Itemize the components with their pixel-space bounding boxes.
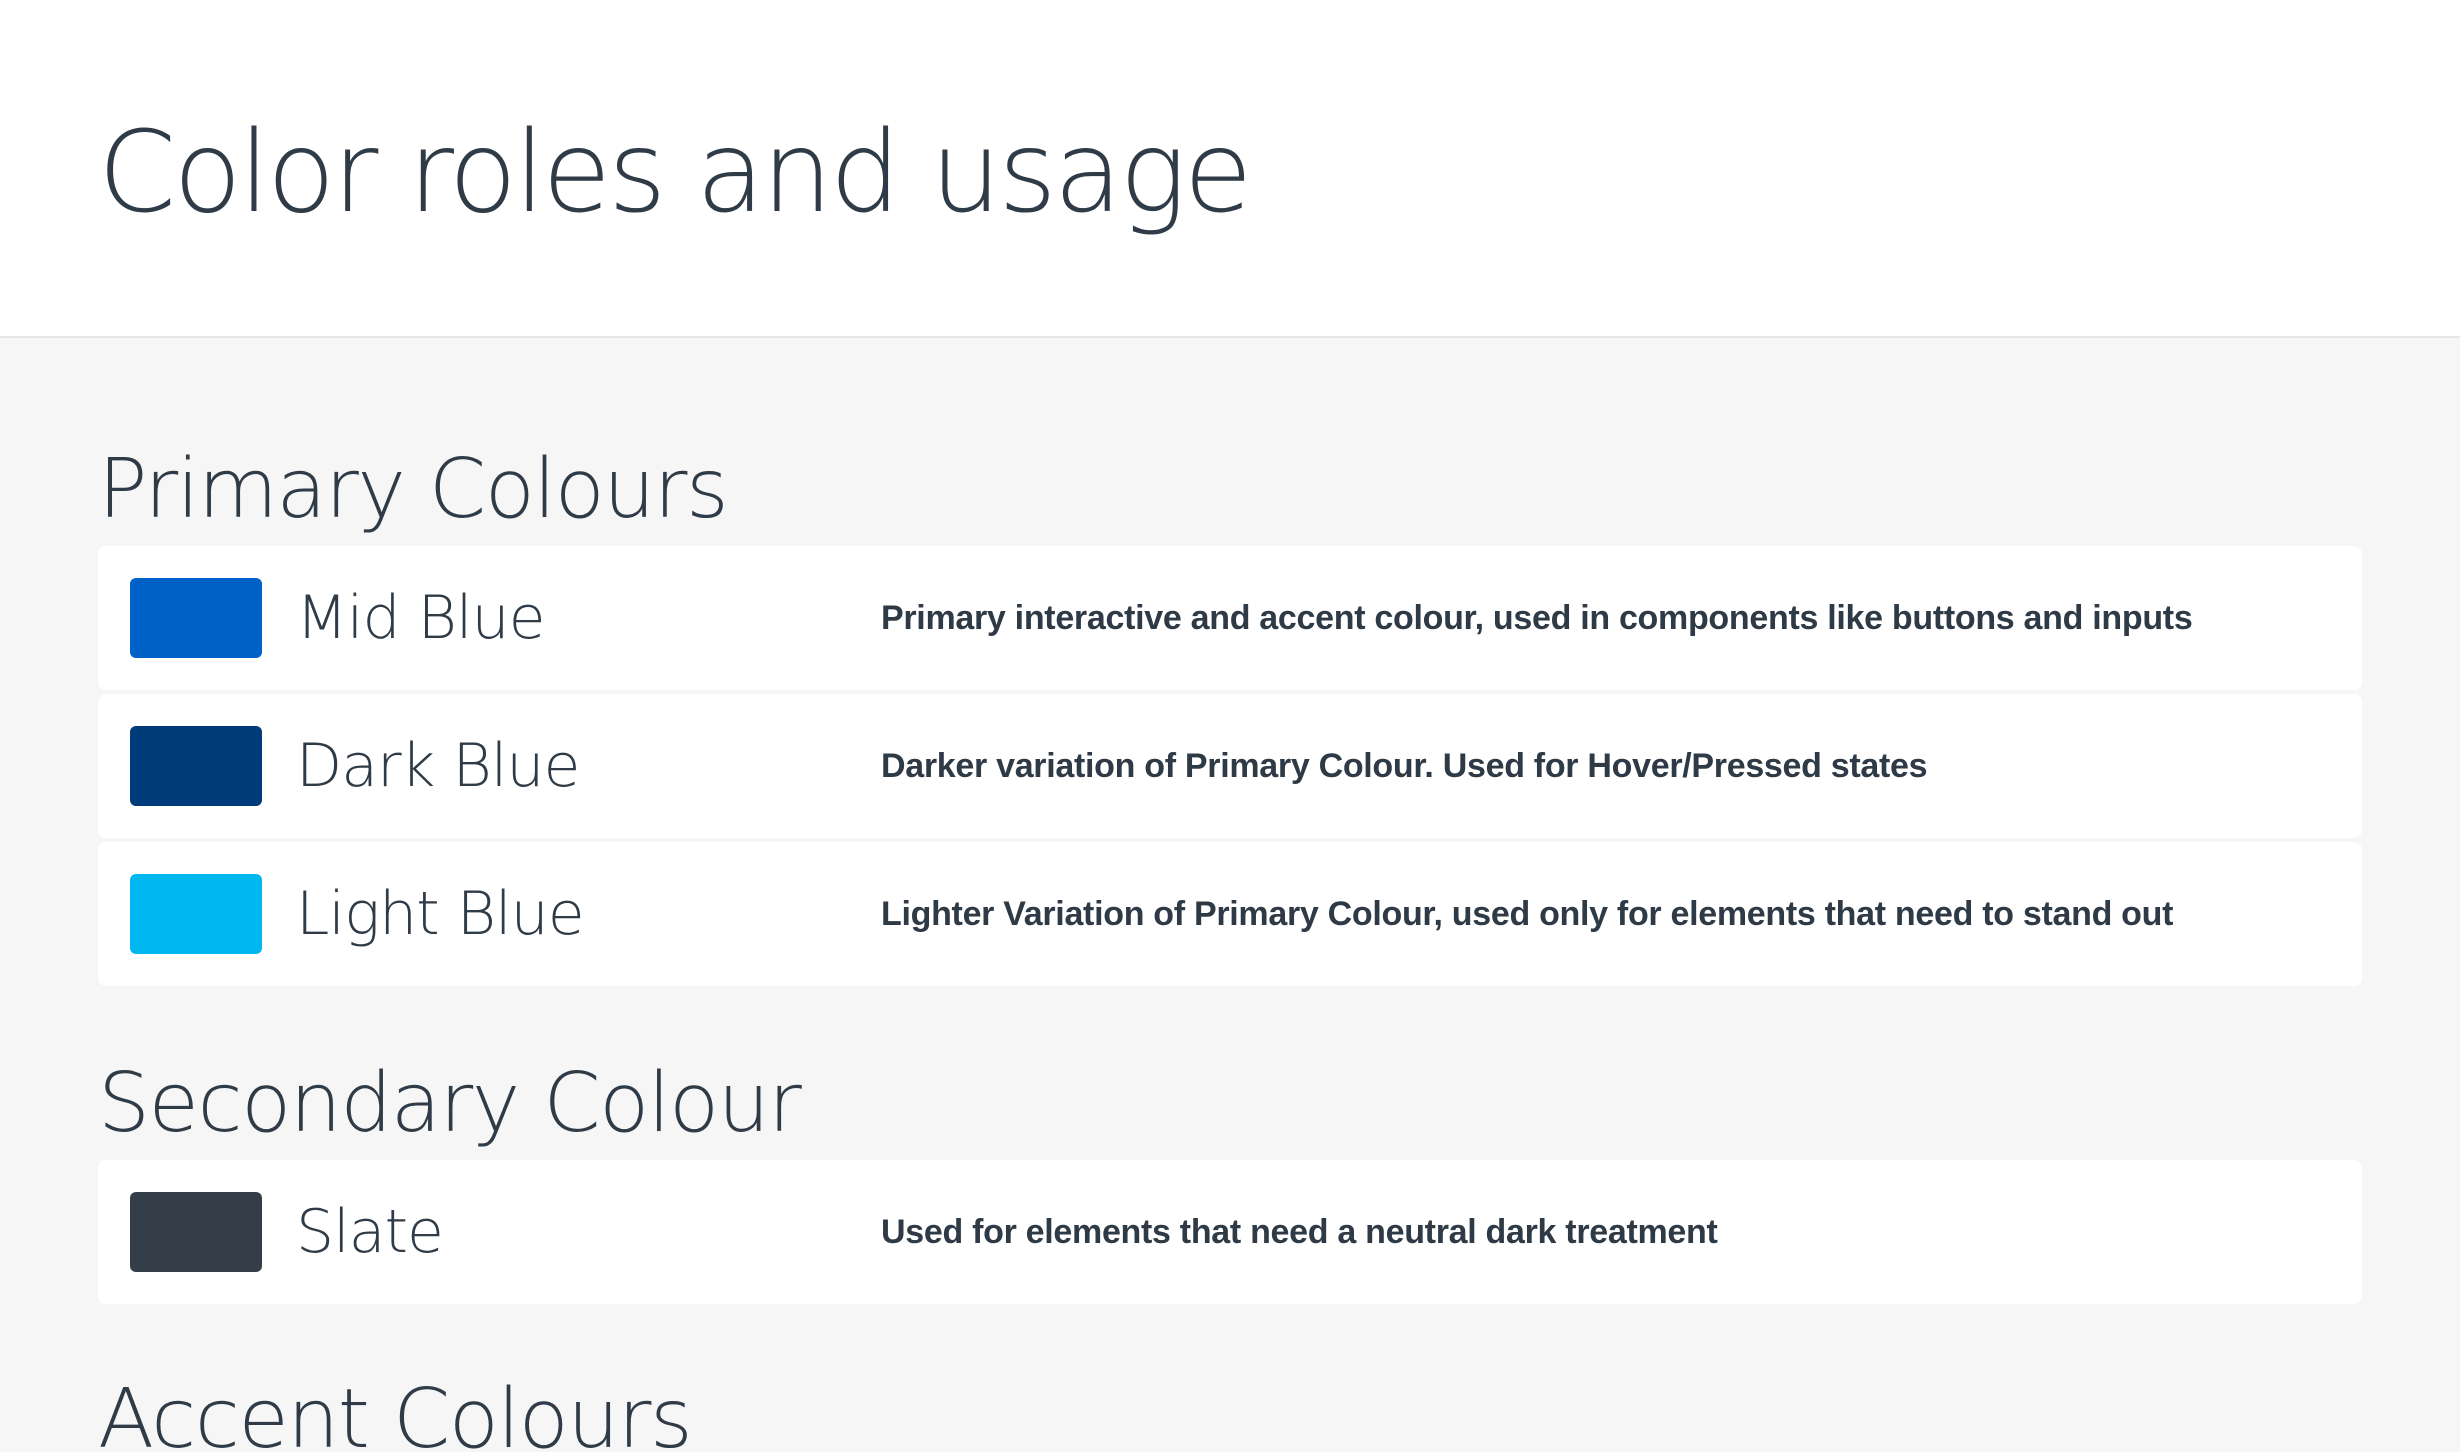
color-swatch [130, 726, 262, 806]
color-name: Slate [296, 1197, 444, 1267]
page-frame: Color roles and usage Primary Colours Mi… [0, 0, 2460, 1452]
section-title-secondary: Secondary Colour [98, 1056, 802, 1151]
color-swatch [130, 578, 262, 658]
color-name: Dark Blue [296, 731, 580, 801]
section-title-accent: Accent Colours [98, 1372, 693, 1452]
color-row-light-blue: Light Blue Lighter Variation of Primary … [98, 842, 2362, 986]
color-description: Darker variation of Primary Colour. Used… [881, 747, 1928, 785]
color-description: Lighter Variation of Primary Colour, use… [881, 895, 2174, 933]
color-name: Light Blue [296, 879, 585, 949]
color-row-slate: Slate Used for elements that need a neut… [98, 1160, 2362, 1304]
color-swatch [130, 874, 262, 954]
color-swatch [130, 1192, 262, 1272]
color-description: Primary interactive and accent colour, u… [881, 599, 2193, 637]
color-name: Mid Blue [296, 583, 545, 653]
color-description: Used for elements that need a neutral da… [881, 1213, 1718, 1251]
color-row-mid-blue: Mid Blue Primary interactive and accent … [98, 546, 2362, 690]
page-title: Color roles and usage [98, 108, 1252, 238]
section-title-primary: Primary Colours [98, 442, 729, 537]
color-row-dark-blue: Dark Blue Darker variation of Primary Co… [98, 694, 2362, 838]
page-header: Color roles and usage [0, 0, 2460, 338]
